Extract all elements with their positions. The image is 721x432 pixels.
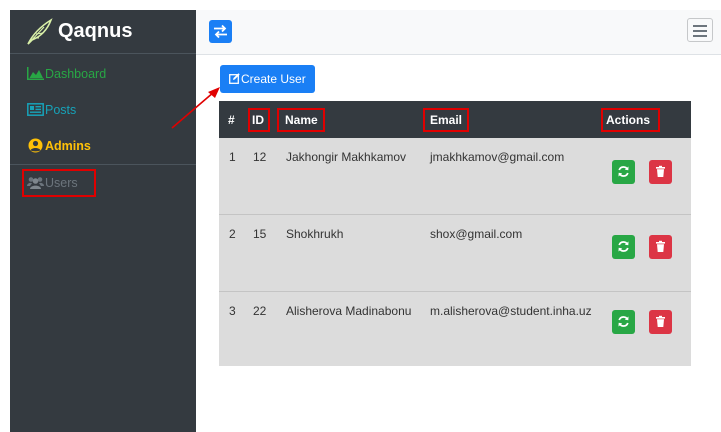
refresh-user-button[interactable] [612,160,635,184]
delete-user-button[interactable] [649,235,672,259]
sync-icon [618,241,629,252]
delete-user-button[interactable] [649,160,672,184]
delete-user-button[interactable] [649,310,672,334]
sidebar: Qaqnus Dashboard Posts Admins Users [10,10,196,432]
header-number: # [228,113,235,127]
highlight-box-actions [601,108,660,132]
cell-email: m.alisherova@student.inha.uz [430,304,592,318]
swap-arrows-icon [214,24,227,39]
cell-name: Jakhongir Makhkamov [286,150,407,164]
cell-id: 12 [253,150,267,164]
sidebar-item-posts[interactable]: Posts [10,92,196,128]
hamburger-icon [693,30,707,32]
newspaper-icon [27,103,44,116]
cell-id: 15 [253,227,267,241]
sync-icon [618,166,629,177]
table-header: # ID Name Email Actions [219,101,691,138]
sidebar-item-admins[interactable]: Admins [10,128,196,164]
cell-number: 2 [229,227,236,241]
annotation-arrow-icon [171,87,220,129]
user-circle-icon [28,138,43,153]
create-user-button[interactable]: Create User [220,65,315,93]
trash-icon [656,315,665,327]
menu-toggle-button[interactable] [687,18,713,42]
create-user-label: Create User [241,72,306,86]
highlight-box-id [248,108,270,132]
users-table: # ID Name Email Actions 1 12 Jakhongir M… [219,101,691,366]
brand-name: Qaqnus [58,20,133,42]
edit-icon [229,73,240,84]
cell-email: shox@gmail.com [430,227,523,241]
sidebar-item-dashboard[interactable]: Dashboard [10,56,196,92]
cell-number: 3 [229,304,236,318]
area-chart-icon [27,67,44,80]
table-row: 1 12 Jakhongir Makhkamov jmakhkamov@gmai… [219,138,691,214]
cell-email: jmakhkamov@gmail.com [430,150,565,164]
top-navbar [196,10,721,55]
cell-id: 22 [253,304,267,318]
sidebar-item-label: Posts [45,103,77,117]
sidebar-item-label: Admins [45,139,91,153]
highlight-box-users [22,169,96,197]
hamburger-icon [693,25,707,27]
cell-name: Shokhrukh [286,227,344,241]
highlight-box-name [277,108,325,132]
trash-icon [656,240,665,252]
brand[interactable]: Qaqnus [10,10,196,54]
hamburger-icon [693,35,707,37]
table-row: 2 15 Shokhrukh shox@gmail.com [219,215,691,291]
highlight-box-email [423,108,469,132]
feather-logo-icon [27,18,53,45]
table-row: 3 22 Alisherova Madinabonu m.alisherova@… [219,292,691,368]
refresh-user-button[interactable] [612,310,635,334]
page: Qaqnus Dashboard Posts Admins Users Crea… [0,0,721,432]
sidebar-toggle-button[interactable] [209,20,232,43]
sync-icon [618,316,629,327]
cell-name: Alisherova Madinabonu [286,304,412,318]
trash-icon [656,165,665,177]
refresh-user-button[interactable] [612,235,635,259]
sidebar-item-label: Dashboard [45,67,107,81]
cell-number: 1 [229,150,236,164]
